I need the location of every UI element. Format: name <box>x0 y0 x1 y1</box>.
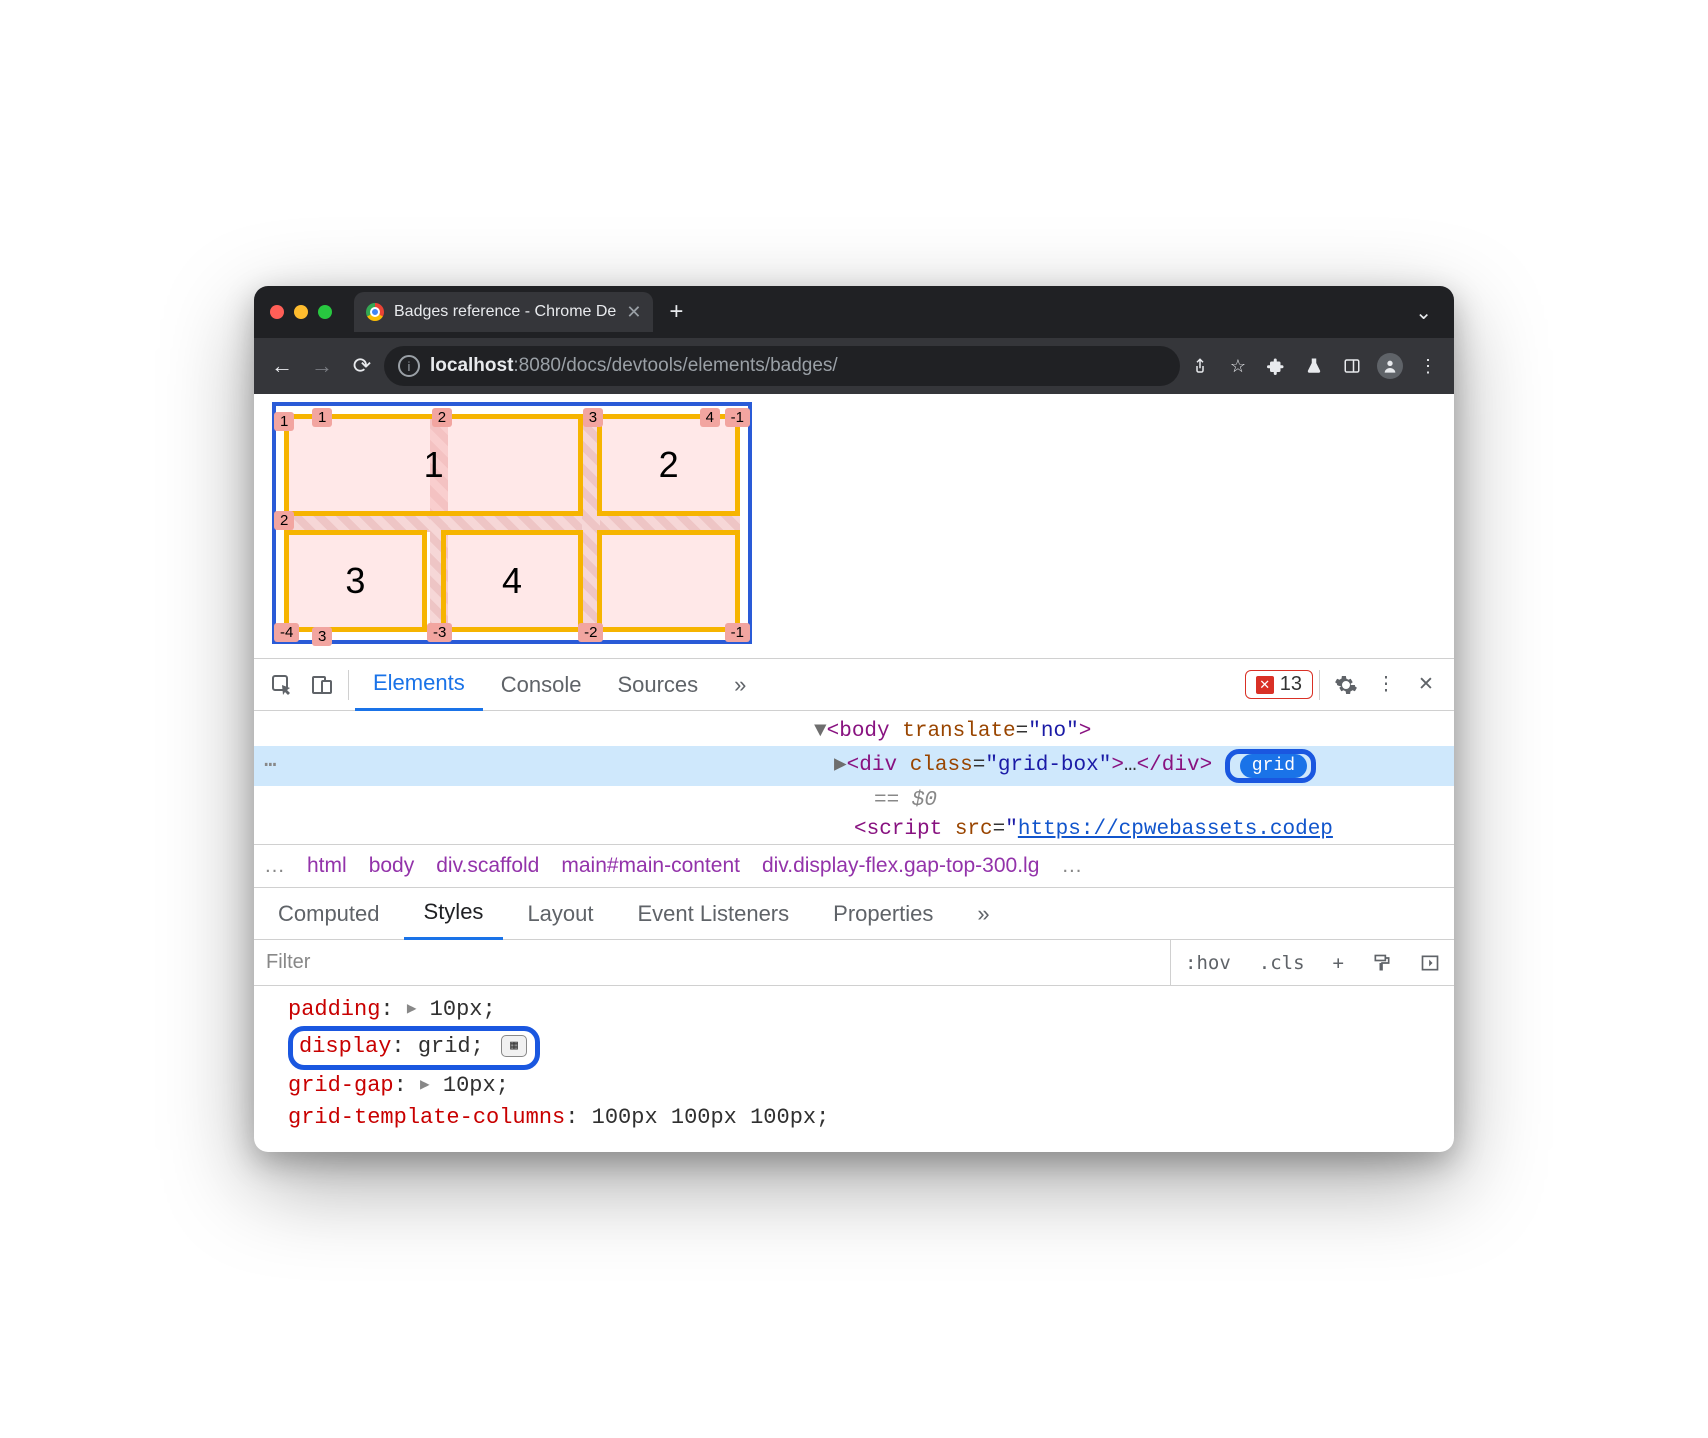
url-bar[interactable]: i localhost:8080/docs/devtools/elements/… <box>384 346 1180 386</box>
grid-badge-highlight: grid <box>1225 749 1316 783</box>
new-style-plus-icon[interactable]: + <box>1319 940 1358 985</box>
css-decl-display[interactable]: display: grid; ▦ <box>288 1026 1440 1070</box>
errors-badge[interactable]: ✕ 13 <box>1245 670 1313 699</box>
styles-tabbar: Computed Styles Layout Event Listeners P… <box>254 888 1454 940</box>
dom-tree[interactable]: ▼<body translate="no"> ▶<div class="grid… <box>254 711 1454 844</box>
browser-tab[interactable]: Badges reference - Chrome De ✕ <box>354 292 653 332</box>
toggle-computed-icon[interactable] <box>1406 940 1454 985</box>
error-x-icon: ✕ <box>1256 676 1274 694</box>
css-decl-grid-gap[interactable]: grid-gap: ▶ 10px; <box>288 1070 1440 1102</box>
browser-window: Badges reference - Chrome De ✕ + ⌄ ← → ⟳… <box>254 286 1454 1152</box>
tab-styles[interactable]: Styles <box>404 888 504 940</box>
grid-line-label: 1 <box>312 408 332 427</box>
grid-line-label: -3 <box>427 623 452 642</box>
close-window-button[interactable] <box>270 305 284 319</box>
new-tab-button[interactable]: + <box>653 298 699 326</box>
back-button[interactable]: ← <box>264 348 300 384</box>
grid-line-label: -4 <box>274 623 299 642</box>
close-devtools-icon[interactable]: ✕ <box>1406 665 1446 705</box>
breadcrumb-item[interactable]: div.display-flex.gap-top-300.lg <box>762 854 1039 878</box>
tab-layout[interactable]: Layout <box>507 888 613 940</box>
styles-filter-input[interactable]: Filter <box>254 940 1171 985</box>
close-tab-icon[interactable]: ✕ <box>626 302 641 323</box>
tab-title: Badges reference - Chrome De <box>394 303 616 321</box>
styles-tabs-overflow-icon[interactable]: » <box>957 888 1009 940</box>
breadcrumb-item[interactable]: body <box>369 854 415 878</box>
css-rules[interactable]: padding: ▶ 10px; display: grid; ▦ grid-g… <box>254 986 1454 1152</box>
breadcrumb-item[interactable]: div.scaffold <box>436 854 539 878</box>
titlebar: Badges reference - Chrome De ✕ + ⌄ <box>254 286 1454 338</box>
devtools-kebab-icon[interactable]: ⋮ <box>1366 665 1406 705</box>
grid-cell: 4 <box>441 530 584 632</box>
settings-gear-icon[interactable] <box>1326 665 1366 705</box>
share-icon[interactable] <box>1184 350 1216 382</box>
tab-console[interactable]: Console <box>483 659 600 711</box>
dom-line-body[interactable]: ▼<body translate="no"> <box>254 717 1454 746</box>
labs-flask-icon[interactable] <box>1298 350 1330 382</box>
errors-count: 13 <box>1280 673 1302 696</box>
cls-button[interactable]: .cls <box>1245 940 1319 985</box>
url-text: localhost:8080/docs/devtools/elements/ba… <box>430 355 838 377</box>
minimize-window-button[interactable] <box>294 305 308 319</box>
grid-cell: 2 <box>597 414 740 516</box>
grid-line-label: 1 <box>274 412 294 431</box>
css-decl-padding[interactable]: padding: ▶ 10px; <box>288 994 1440 1026</box>
dom-line-script[interactable]: <script src="https://cpwebassets.codep <box>254 815 1454 844</box>
tab-sources[interactable]: Sources <box>599 659 716 711</box>
grid-line-label: 4 <box>700 408 720 427</box>
tabs-overflow-icon[interactable]: » <box>716 659 764 711</box>
css-decl-gtc[interactable]: grid-template-columns: 100px 100px 100px… <box>288 1102 1440 1134</box>
grid-line-label: 3 <box>583 408 603 427</box>
toolbar: ← → ⟳ i localhost:8080/docs/devtools/ele… <box>254 338 1454 394</box>
grid-line-label: 2 <box>274 511 294 530</box>
breadcrumbs[interactable]: … html body div.scaffold main#main-conte… <box>254 844 1454 888</box>
paint-format-icon[interactable] <box>1358 940 1406 985</box>
device-toggle-icon[interactable] <box>302 665 342 705</box>
tab-computed[interactable]: Computed <box>258 888 400 940</box>
breadcrumb-ellipsis-left[interactable]: … <box>264 854 285 878</box>
tab-search-button[interactable]: ⌄ <box>1401 300 1446 325</box>
chrome-favicon-icon <box>366 303 384 321</box>
grid-overlay: 1 2 3 4 1 1 2 3 4 -1 2 -4 3 -3 -2 -1 <box>272 402 752 644</box>
inspect-icon[interactable] <box>262 665 302 705</box>
dom-eq-dollar: == $0 <box>254 786 1454 815</box>
devtools-panel: Elements Console Sources » ✕ 13 ⋮ ✕ ▼<bo… <box>254 658 1454 1152</box>
grid-line-label: -2 <box>578 623 603 642</box>
tab-event-listeners[interactable]: Event Listeners <box>618 888 810 940</box>
breadcrumb-item[interactable]: main#main-content <box>561 854 740 878</box>
dom-line-div[interactable]: ▶<div class="grid-box">…</div> grid <box>254 746 1454 786</box>
grid-cell: 1 <box>284 414 583 516</box>
devtools-tabbar: Elements Console Sources » ✕ 13 ⋮ ✕ <box>254 659 1454 711</box>
styles-filter-row: Filter :hov .cls + <box>254 940 1454 986</box>
kebab-menu-icon[interactable]: ⋮ <box>1412 350 1444 382</box>
traffic-lights <box>262 305 342 319</box>
tab-properties[interactable]: Properties <box>813 888 953 940</box>
maximize-window-button[interactable] <box>318 305 332 319</box>
grid-line-label: 3 <box>312 627 332 646</box>
site-info-icon[interactable]: i <box>398 355 420 377</box>
reload-button[interactable]: ⟳ <box>344 348 380 384</box>
grid-line-label: -1 <box>725 408 750 427</box>
display-grid-highlight: display: grid; ▦ <box>288 1026 540 1070</box>
breadcrumb-ellipsis-right[interactable]: … <box>1061 854 1082 878</box>
hov-button[interactable]: :hov <box>1171 940 1245 985</box>
grid-line-label: 2 <box>432 408 452 427</box>
grid-line-label: -1 <box>725 623 750 642</box>
side-panel-icon[interactable] <box>1336 350 1368 382</box>
profile-avatar[interactable] <box>1374 350 1406 382</box>
grid-editor-icon[interactable]: ▦ <box>501 1035 527 1057</box>
page-content: 1 2 3 4 1 1 2 3 4 -1 2 -4 3 -3 -2 -1 <box>254 394 1454 658</box>
extensions-puzzle-icon[interactable] <box>1260 350 1292 382</box>
grid-cell-empty <box>597 530 740 632</box>
forward-button[interactable]: → <box>304 348 340 384</box>
tab-elements[interactable]: Elements <box>355 659 483 711</box>
grid-cell: 3 <box>284 530 427 632</box>
breadcrumb-item[interactable]: html <box>307 854 347 878</box>
bookmark-star-icon[interactable]: ☆ <box>1222 350 1254 382</box>
grid-badge[interactable]: grid <box>1240 754 1307 778</box>
